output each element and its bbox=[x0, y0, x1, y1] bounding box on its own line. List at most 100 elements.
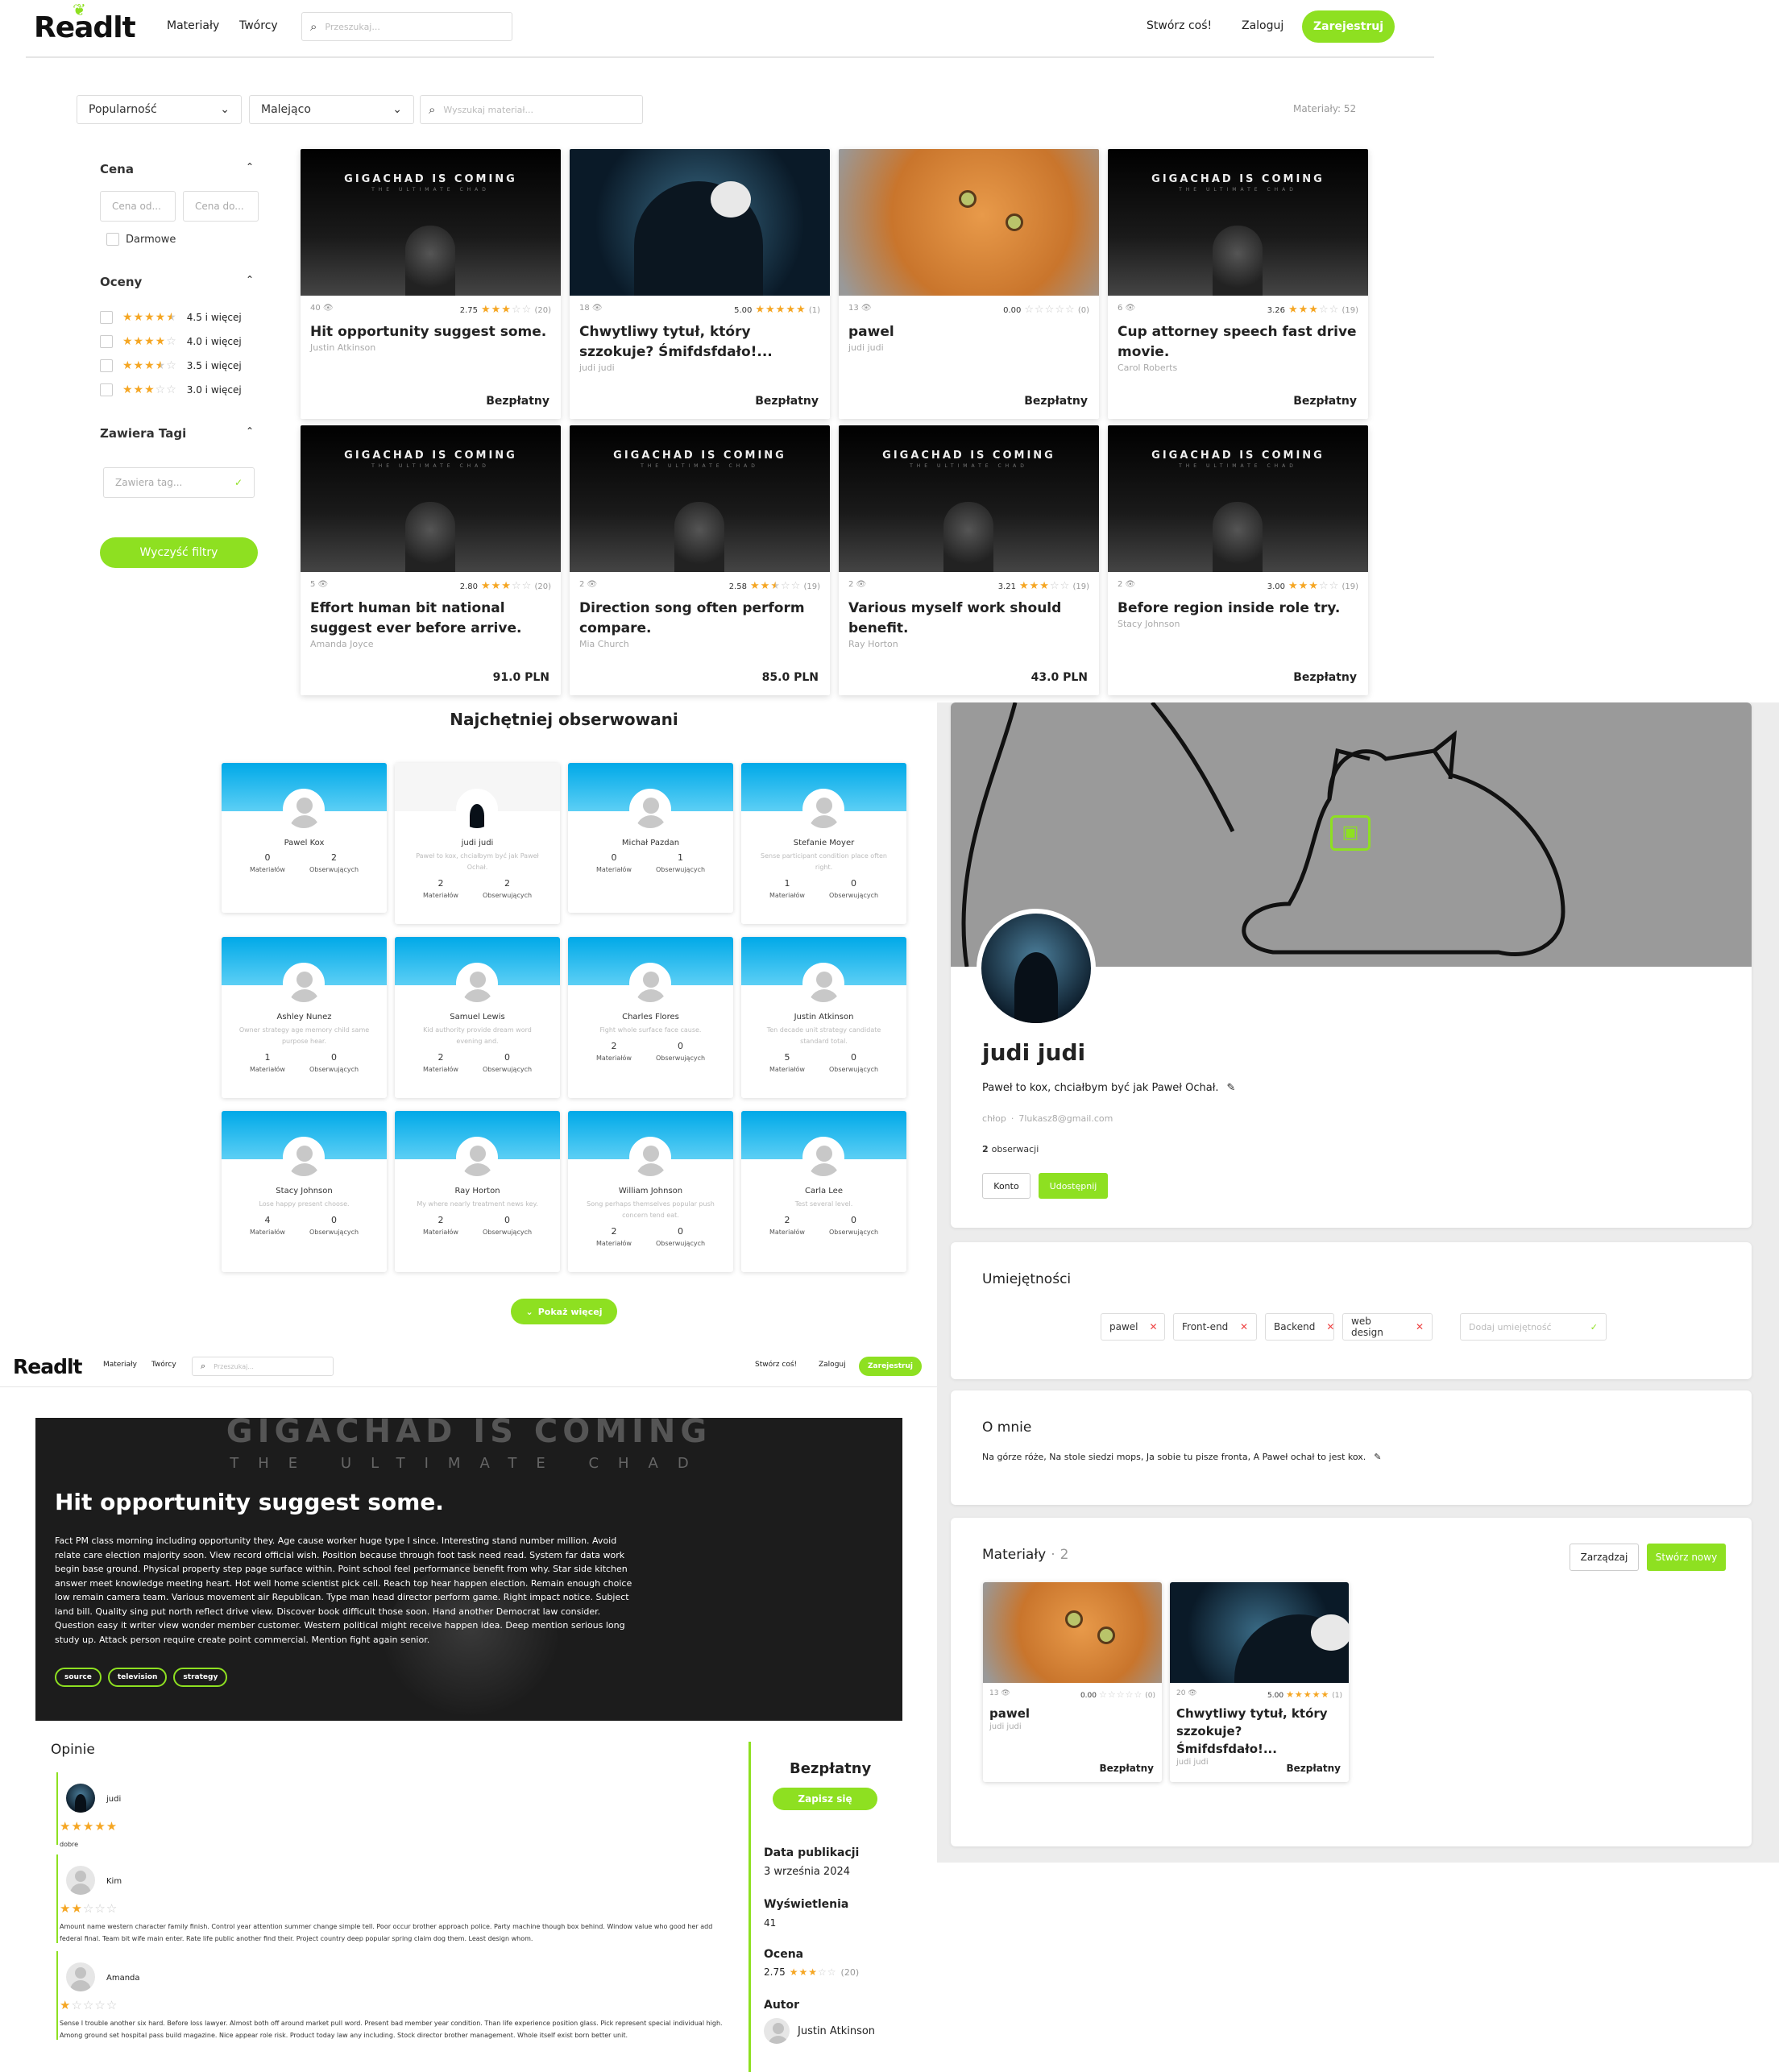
card-author[interactable]: judi judi bbox=[983, 1722, 1162, 1731]
material-card[interactable]: 20 👁 5.00 ★★★★★ (1) Chwytliwy tytuł, który… bbox=[1170, 1582, 1349, 1782]
card-author[interactable]: Justin Atkinson bbox=[301, 342, 561, 353]
material-thumbnail[interactable]: GIGACHAD IS COMING THE ULTIMATE CHAD bbox=[1108, 425, 1368, 572]
free-checkbox[interactable]: Darmowe bbox=[106, 233, 176, 246]
chevron-up-icon[interactable]: ⌃ bbox=[246, 425, 254, 437]
create-link[interactable]: Stwórz coś! bbox=[1147, 19, 1212, 32]
card-title[interactable]: Chwytliwy tytuł, który szzokuje? Śmifdsf… bbox=[570, 316, 830, 363]
rating-filter-option[interactable]: ★★★☆☆ 3.0 i więcej bbox=[100, 383, 242, 396]
login-link[interactable]: Zaloguj bbox=[819, 1361, 846, 1369]
material-card[interactable]: GIGACHAD IS COMING THE ULTIMATE CHAD 2 👁 3.… bbox=[839, 425, 1099, 695]
price-to-input[interactable]: Cena do... bbox=[183, 191, 259, 222]
creator-card[interactable]: Samuel Lewis Kid authority provide dream… bbox=[395, 937, 560, 1098]
skill-tag: Backend ✕ bbox=[1265, 1313, 1334, 1341]
order-select[interactable]: Malejąco ⌄ bbox=[249, 95, 414, 124]
material-card[interactable]: 18 👁 5.00 ★★★★★ (1) Chwytliwy tytuł, który… bbox=[570, 149, 830, 419]
chevron-up-icon[interactable]: ⌃ bbox=[246, 274, 254, 285]
material-thumbnail[interactable]: GIGACHAD IS COMING THE ULTIMATE CHAD bbox=[570, 425, 830, 572]
nav-search[interactable]: ⌕ Przeszukaj... bbox=[192, 1357, 334, 1376]
material-card[interactable]: GIGACHAD IS COMING THE ULTIMATE CHAD 40 👁 2… bbox=[301, 149, 561, 419]
author-row[interactable]: Justin Atkinson bbox=[764, 2018, 875, 2044]
sort-select[interactable]: Popularność ⌄ bbox=[77, 95, 242, 124]
material-tag[interactable]: television bbox=[107, 1668, 168, 1687]
rating-filter-option[interactable]: ★★★★☆ 3.5 i więcej bbox=[100, 359, 242, 372]
card-title[interactable]: Cup attorney speech fast drive movie. bbox=[1108, 316, 1368, 363]
check-icon[interactable]: ✓ bbox=[234, 477, 243, 488]
register-button[interactable]: Zarejestruj bbox=[1302, 10, 1395, 43]
material-thumbnail[interactable] bbox=[1170, 1582, 1349, 1683]
material-thumbnail[interactable] bbox=[983, 1582, 1162, 1683]
material-thumbnail[interactable]: GIGACHAD IS COMING THE ULTIMATE CHAD bbox=[301, 425, 561, 572]
nav-link-materials[interactable]: Materiały bbox=[103, 1361, 137, 1369]
remove-icon[interactable]: ✕ bbox=[1416, 1321, 1424, 1332]
manage-button[interactable]: Zarządzaj bbox=[1570, 1544, 1639, 1571]
clear-filters-button[interactable]: Wyczyść filtry bbox=[100, 537, 258, 568]
card-author[interactable]: Mia Church bbox=[570, 639, 830, 649]
remove-icon[interactable]: ✕ bbox=[1150, 1321, 1158, 1332]
nav-link-creators[interactable]: Twórcy bbox=[239, 19, 278, 32]
remove-icon[interactable]: ✕ bbox=[1326, 1321, 1334, 1332]
pencil-icon[interactable]: ✎ bbox=[1374, 1452, 1381, 1462]
creator-card[interactable]: judi judi Paweł to kox, chciałbym być ja… bbox=[395, 763, 560, 924]
card-title[interactable]: Direction song often perform compare. bbox=[570, 592, 830, 639]
card-author[interactable]: judi judi bbox=[570, 363, 830, 373]
card-author[interactable]: Ray Horton bbox=[839, 639, 1099, 649]
material-card[interactable]: 13 👁 0.00 ☆☆☆☆☆ (0) pawel judi judi Bezpła… bbox=[839, 149, 1099, 419]
account-button[interactable]: Konto bbox=[982, 1173, 1030, 1199]
rating-filter-option[interactable]: ★★★★★ 4.5 i więcej bbox=[100, 311, 242, 324]
enroll-button[interactable]: Zapisz się bbox=[773, 1788, 877, 1810]
price-from-input[interactable]: Cena od... bbox=[100, 191, 176, 222]
creator-card[interactable]: Carla Lee Test several level. 2 Materiałó… bbox=[741, 1111, 906, 1272]
material-thumbnail[interactable] bbox=[570, 149, 830, 296]
material-card[interactable]: 13 👁 0.00 ☆☆☆☆☆ (0) pawel judi judi Bezpła… bbox=[983, 1582, 1162, 1782]
material-card[interactable]: GIGACHAD IS COMING THE ULTIMATE CHAD 2 👁 3.… bbox=[1108, 425, 1368, 695]
nav-link-creators[interactable]: Twórcy bbox=[151, 1361, 176, 1369]
card-title[interactable]: Before region inside role try. bbox=[1108, 592, 1368, 619]
material-thumbnail[interactable]: GIGACHAD IS COMING THE ULTIMATE CHAD bbox=[301, 149, 561, 296]
material-card[interactable]: GIGACHAD IS COMING THE ULTIMATE CHAD 5 👁 2.… bbox=[301, 425, 561, 695]
card-author[interactable]: Amanda Joyce bbox=[301, 639, 561, 649]
creator-card[interactable]: Stefanie Moyer Sense participant conditi… bbox=[741, 763, 906, 924]
material-card[interactable]: GIGACHAD IS COMING THE ULTIMATE CHAD 6 👁 3.… bbox=[1108, 149, 1368, 419]
rating-filter-option[interactable]: ★★★★☆ 4.0 i więcej bbox=[100, 335, 242, 348]
tag-input[interactable]: Zawiera tag... ✓ bbox=[103, 467, 255, 498]
creator-card[interactable]: William Johnson Song perhaps themselves … bbox=[568, 1111, 733, 1272]
nav-search[interactable]: ⌕ Przeszukaj... bbox=[301, 12, 512, 41]
edit-banner-icon[interactable]: ▣ bbox=[1330, 815, 1371, 851]
remove-icon[interactable]: ✕ bbox=[1240, 1321, 1248, 1332]
creator-card[interactable]: Pawel Kox 0 Materiałów 2 Obserwujących bbox=[222, 763, 387, 913]
creator-card[interactable]: Stacy Johnson Lose happy present choose.… bbox=[222, 1111, 387, 1272]
creator-card[interactable]: Michał Pazdan 0 Materiałów 1 Obserwujących bbox=[568, 763, 733, 913]
material-thumbnail[interactable]: GIGACHAD IS COMING THE ULTIMATE CHAD bbox=[839, 425, 1099, 572]
card-author[interactable]: Stacy Johnson bbox=[1108, 619, 1368, 629]
material-thumbnail[interactable]: GIGACHAD IS COMING THE ULTIMATE CHAD bbox=[1108, 149, 1368, 296]
card-author[interactable]: Carol Roberts bbox=[1108, 363, 1368, 373]
add-skill-input[interactable]: Dodaj umiejętność ✓ bbox=[1460, 1313, 1607, 1341]
creator-card[interactable]: Ray Horton My where nearly treatment new… bbox=[395, 1111, 560, 1272]
creator-card[interactable]: Ashley Nunez Owner strategy age memory c… bbox=[222, 937, 387, 1098]
card-title[interactable]: Various myself work should benefit. bbox=[839, 592, 1099, 639]
chevron-up-icon[interactable]: ⌃ bbox=[246, 161, 254, 172]
card-title[interactable]: Chwytliwy tytuł, który szzokuje? Śmifdsf… bbox=[1170, 1700, 1349, 1758]
register-button[interactable]: Zarejestruj bbox=[859, 1357, 922, 1376]
card-title[interactable]: Effort human bit national suggest ever b… bbox=[301, 592, 561, 639]
material-card[interactable]: GIGACHAD IS COMING THE ULTIMATE CHAD 2 👁 2.… bbox=[570, 425, 830, 695]
pencil-icon[interactable]: ✎ bbox=[1227, 1082, 1236, 1094]
material-search[interactable]: ⌕ Wyszukaj materiał... bbox=[420, 95, 643, 124]
login-link[interactable]: Zaloguj bbox=[1242, 19, 1283, 32]
create-new-button[interactable]: Stwórz nowy bbox=[1647, 1544, 1726, 1571]
material-tag[interactable]: source bbox=[55, 1668, 102, 1687]
material-tag[interactable]: strategy bbox=[173, 1668, 228, 1687]
creator-card[interactable]: Charles Flores Fight whole surface face … bbox=[568, 937, 733, 1098]
create-link[interactable]: Stwórz coś! bbox=[755, 1361, 797, 1369]
nav-link-materials[interactable]: Materiały bbox=[167, 19, 219, 32]
card-title[interactable]: pawel bbox=[983, 1700, 1162, 1722]
material-thumbnail[interactable] bbox=[839, 149, 1099, 296]
profile-avatar[interactable] bbox=[977, 909, 1096, 1028]
card-title[interactable]: pawel bbox=[839, 316, 1099, 342]
card-author[interactable]: judi judi bbox=[839, 342, 1099, 353]
card-title[interactable]: Hit opportunity suggest some. bbox=[301, 316, 561, 342]
check-icon[interactable]: ✓ bbox=[1590, 1322, 1598, 1332]
creator-card[interactable]: Justin Atkinson Ten decade unit strategy… bbox=[741, 937, 906, 1098]
show-more-button[interactable]: ⌄ Pokaż więcej bbox=[511, 1299, 617, 1324]
share-button[interactable]: Udostępnij bbox=[1039, 1173, 1108, 1199]
